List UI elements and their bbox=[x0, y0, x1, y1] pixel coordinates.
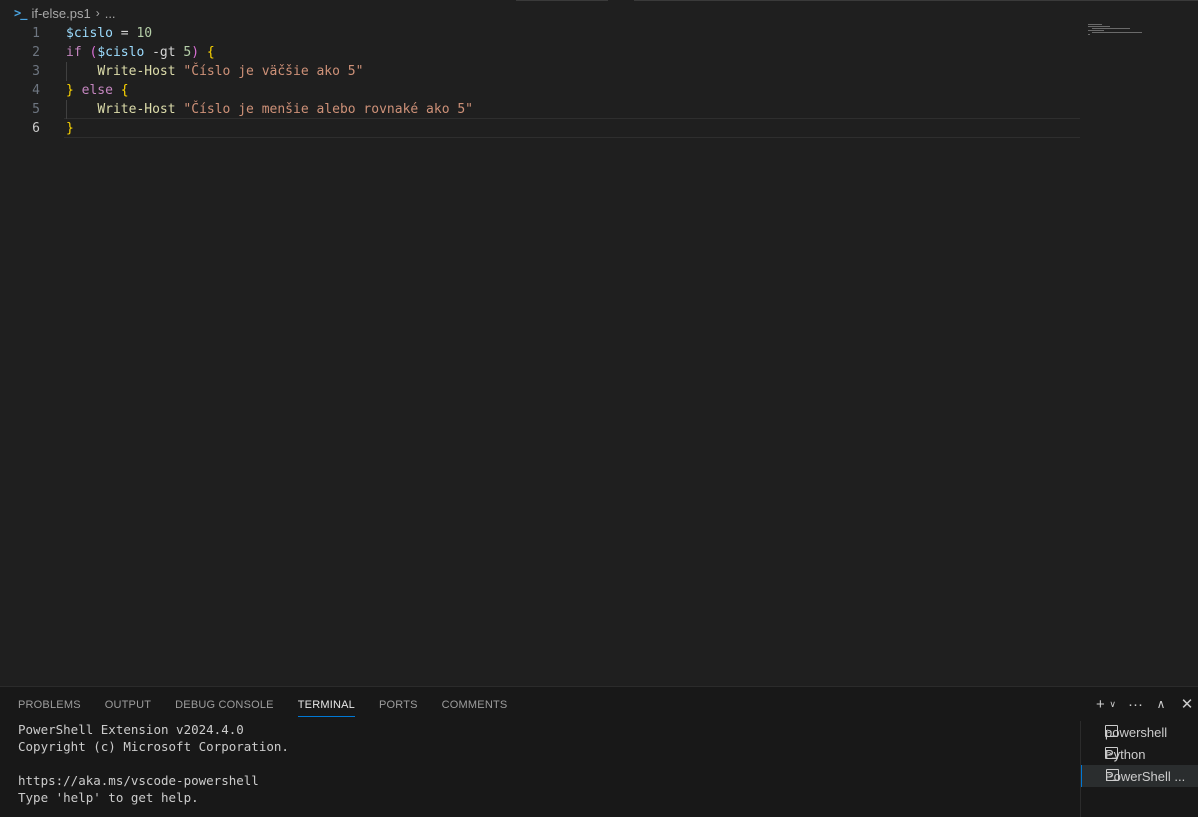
tab-ports[interactable]: PORTS bbox=[379, 699, 418, 717]
line-number: 5 bbox=[32, 102, 40, 117]
panel-actions: + ∨ ··· ∧ ✕ bbox=[1093, 695, 1194, 714]
tab-debug-console[interactable]: DEBUG CONSOLE bbox=[175, 699, 274, 717]
breadcrumb-more[interactable]: ... bbox=[105, 6, 116, 21]
tab-terminal[interactable]: TERMINAL bbox=[297, 699, 356, 717]
terminal-icon: >_ bbox=[1105, 725, 1118, 737]
editor-area[interactable]: >_ if-else.ps1 › ... 1 $cislo = 10 2 if ($c… bbox=[0, 0, 1198, 686]
terminal-instance[interactable]: >_ PowerShell ... bbox=[1081, 765, 1198, 787]
tab-divider bbox=[516, 0, 608, 1]
line-text: } bbox=[66, 121, 74, 136]
plus-icon: + bbox=[1096, 695, 1105, 713]
more-actions-icon[interactable]: ··· bbox=[1128, 696, 1143, 713]
new-terminal-button[interactable]: + ∨ bbox=[1093, 696, 1116, 713]
terminal-line: Copyright (c) Microsoft Corporation. bbox=[18, 739, 289, 754]
line-number: 1 bbox=[32, 26, 40, 41]
line-number: 2 bbox=[32, 45, 40, 60]
tab-divider bbox=[634, 0, 1198, 1]
terminal-line: https://aka.ms/vscode-powershell bbox=[18, 773, 259, 788]
line-text: } else { bbox=[66, 83, 129, 98]
line-number: 6 bbox=[32, 121, 40, 136]
terminal-line: Type 'help' to get help. bbox=[18, 790, 199, 805]
terminal-list: >_ powershell >_ Python >_ PowerShell ... bbox=[1080, 721, 1198, 817]
line-text: $cislo = 10 bbox=[66, 26, 153, 41]
tab-problems[interactable]: PROBLEMS bbox=[18, 699, 81, 717]
terminal-output[interactable]: PowerShell Extension v2024.4.0 Copyright … bbox=[18, 721, 289, 806]
current-line-highlight bbox=[64, 118, 1080, 138]
terminal-icon: >_ bbox=[1105, 747, 1118, 759]
terminal-instance[interactable]: >_ powershell bbox=[1081, 721, 1198, 743]
panel-tabs: PROBLEMS OUTPUT DEBUG CONSOLE TERMINAL PORTS… bbox=[18, 699, 507, 717]
chevron-down-icon[interactable]: ∨ bbox=[1109, 699, 1116, 710]
chevron-right-icon: › bbox=[95, 6, 100, 20]
close-panel-icon[interactable]: ✕ bbox=[1180, 695, 1194, 713]
maximize-panel-icon[interactable]: ∧ bbox=[1154, 697, 1168, 711]
bottom-panel: PROBLEMS OUTPUT DEBUG CONSOLE TERMINAL PORTS… bbox=[0, 686, 1198, 817]
terminal-line: PowerShell Extension v2024.4.0 bbox=[18, 722, 244, 737]
breadcrumb-file[interactable]: if-else.ps1 bbox=[31, 6, 90, 21]
tab-comments[interactable]: COMMENTS bbox=[442, 699, 508, 717]
line-text: if ($cislo -gt 5) { bbox=[66, 45, 215, 60]
terminal-instance[interactable]: >_ Python bbox=[1081, 743, 1198, 765]
tab-output[interactable]: OUTPUT bbox=[105, 699, 151, 717]
line-text: Write-Host "Číslo je menšie alebo rovnak… bbox=[97, 102, 474, 117]
line-text: Write-Host "Číslo je väčšie ako 5" bbox=[97, 64, 364, 79]
powershell-file-icon: >_ bbox=[14, 6, 27, 20]
minimap[interactable] bbox=[1088, 24, 1148, 38]
breadcrumb: >_ if-else.ps1 › ... bbox=[14, 4, 116, 22]
line-number: 3 bbox=[32, 64, 40, 79]
terminal-icon: >_ bbox=[1106, 769, 1119, 781]
line-number: 4 bbox=[32, 83, 40, 98]
